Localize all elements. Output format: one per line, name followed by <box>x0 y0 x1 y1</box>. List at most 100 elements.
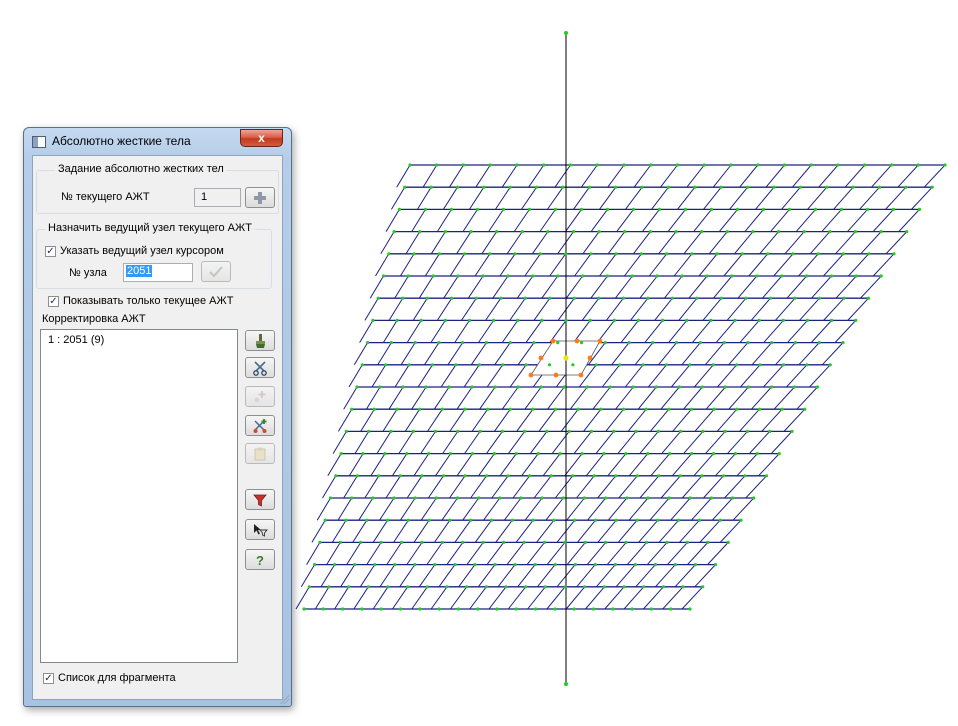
mesh-node[interactable] <box>379 540 383 545</box>
mesh-node[interactable] <box>690 252 694 256</box>
mesh-node[interactable] <box>470 452 475 456</box>
mesh-node[interactable] <box>516 385 520 389</box>
mesh-node[interactable] <box>532 341 536 345</box>
mesh-node[interactable] <box>674 230 678 234</box>
mesh-node[interactable] <box>531 274 535 278</box>
mesh-node[interactable] <box>680 274 684 278</box>
mesh-node[interactable] <box>623 230 627 234</box>
mesh-node[interactable] <box>475 207 480 211</box>
mesh-node[interactable] <box>905 230 909 234</box>
mesh-node[interactable] <box>730 496 735 500</box>
mesh-node[interactable] <box>673 563 678 567</box>
mesh-node[interactable] <box>378 385 382 389</box>
mesh-node[interactable] <box>646 296 650 300</box>
mesh-node[interactable] <box>649 607 654 611</box>
mesh-node[interactable] <box>420 540 424 545</box>
mesh-node[interactable] <box>602 452 606 456</box>
mesh-node[interactable] <box>657 474 661 478</box>
mesh-node[interactable] <box>700 385 704 389</box>
mesh-node[interactable] <box>644 540 649 545</box>
mesh-node[interactable] <box>376 296 380 300</box>
mesh-node[interactable] <box>328 496 333 500</box>
mesh-node[interactable] <box>435 163 439 167</box>
mesh-node[interactable] <box>381 274 386 278</box>
mesh-node[interactable] <box>751 230 755 234</box>
mesh-node[interactable] <box>562 385 566 389</box>
mesh-node[interactable] <box>547 363 552 367</box>
mesh-node[interactable] <box>461 540 465 545</box>
mesh-node[interactable] <box>654 385 658 389</box>
mesh-node[interactable] <box>697 518 702 522</box>
mesh-node[interactable] <box>408 163 412 167</box>
mesh-node[interactable] <box>587 185 591 189</box>
rigid-body-node[interactable] <box>538 355 544 361</box>
mesh-node[interactable] <box>492 318 496 322</box>
mesh-node[interactable] <box>646 496 650 500</box>
mesh-node[interactable] <box>539 385 543 389</box>
mesh-node[interactable] <box>828 363 832 367</box>
rigid-body-node[interactable] <box>574 338 580 344</box>
mesh-node[interactable] <box>698 341 702 345</box>
mesh-node[interactable] <box>420 474 424 478</box>
mesh-node[interactable] <box>493 563 497 567</box>
mesh-node[interactable] <box>501 207 506 211</box>
mesh-node[interactable] <box>705 274 709 278</box>
mesh-node[interactable] <box>561 496 565 500</box>
mesh-node[interactable] <box>470 385 474 389</box>
mesh-node[interactable] <box>403 185 407 189</box>
mesh-node[interactable] <box>755 274 759 278</box>
mesh-node[interactable] <box>735 363 739 367</box>
mesh-node[interactable] <box>580 452 584 456</box>
mesh-node[interactable] <box>772 185 776 189</box>
select-filter-button[interactable] <box>245 519 275 540</box>
mesh-node[interactable] <box>302 607 306 611</box>
apply-master-node-button[interactable] <box>201 261 231 282</box>
mesh-node[interactable] <box>406 274 410 278</box>
mesh-node[interactable] <box>469 518 473 522</box>
mesh-node[interactable] <box>640 185 644 189</box>
mesh-node[interactable] <box>781 363 786 367</box>
mesh-node[interactable] <box>488 252 492 256</box>
mesh-node[interactable] <box>646 452 650 456</box>
mesh-node[interactable] <box>553 563 557 567</box>
mesh-node[interactable] <box>675 163 680 167</box>
mesh-node[interactable] <box>534 185 539 189</box>
mesh-node[interactable] <box>595 163 599 167</box>
mesh-node[interactable] <box>661 318 665 322</box>
mesh-node[interactable] <box>443 318 447 322</box>
mesh-node[interactable] <box>817 296 822 300</box>
mesh-node[interactable] <box>405 452 409 456</box>
mesh-node[interactable] <box>371 318 375 322</box>
mesh-node[interactable] <box>803 407 807 411</box>
mesh-node[interactable] <box>879 274 883 278</box>
mesh-node[interactable] <box>524 585 528 589</box>
mesh-node[interactable] <box>564 252 568 256</box>
mesh-node[interactable] <box>508 185 512 189</box>
mesh-node[interactable] <box>891 207 896 211</box>
mesh-node[interactable] <box>445 585 449 589</box>
mesh-node[interactable] <box>655 274 659 278</box>
mesh-node[interactable] <box>484 341 489 345</box>
mesh-node[interactable] <box>522 540 526 545</box>
mesh-node[interactable] <box>930 185 934 189</box>
mesh-node[interactable] <box>604 496 608 500</box>
mesh-node[interactable] <box>429 185 433 189</box>
mesh-node[interactable] <box>648 230 653 234</box>
mesh-node[interactable] <box>642 585 646 589</box>
mesh-node[interactable] <box>740 252 745 256</box>
mesh-node[interactable] <box>635 474 639 478</box>
mesh-node[interactable] <box>916 163 920 167</box>
mesh-node[interactable] <box>729 163 733 167</box>
mesh-node[interactable] <box>829 274 834 278</box>
mesh-node[interactable] <box>433 563 437 567</box>
mesh-node[interactable] <box>418 230 422 234</box>
mesh-node[interactable] <box>624 452 628 456</box>
master-node[interactable] <box>563 355 569 361</box>
mesh-node[interactable] <box>661 585 666 589</box>
mesh-node[interactable] <box>531 518 535 522</box>
mesh-node[interactable] <box>413 341 417 345</box>
mesh-node[interactable] <box>685 540 690 545</box>
mesh-node[interactable] <box>721 474 726 478</box>
rigid-body-node[interactable] <box>587 355 593 361</box>
mesh-node[interactable] <box>465 585 469 589</box>
